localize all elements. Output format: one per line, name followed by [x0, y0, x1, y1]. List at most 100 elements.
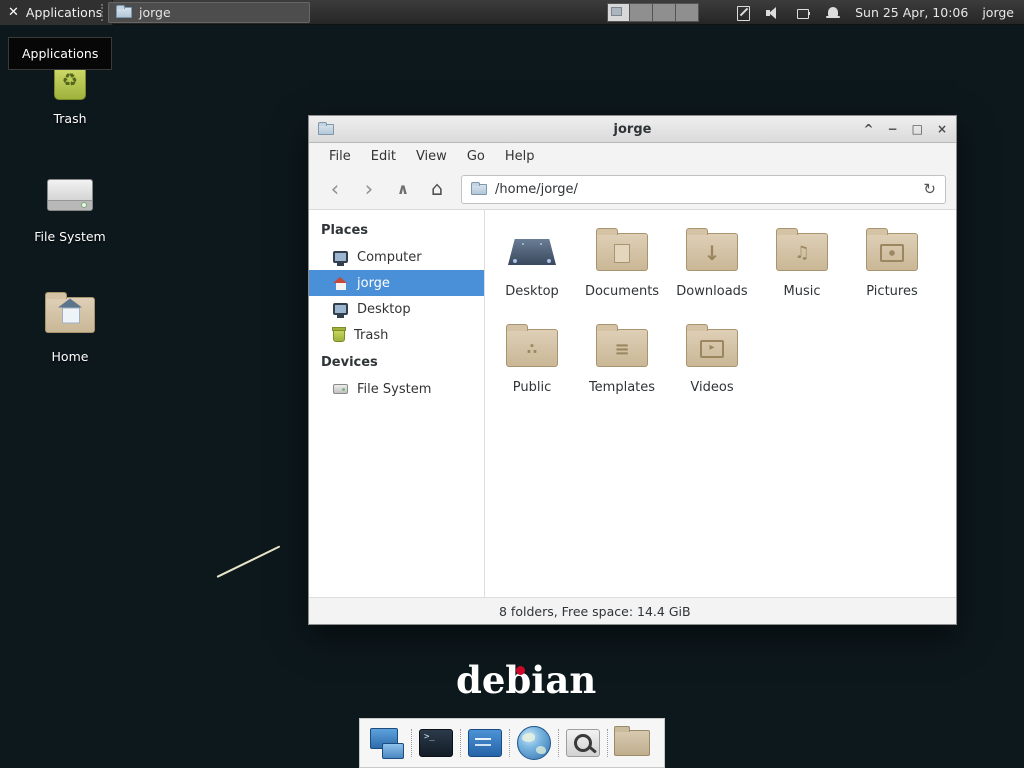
debian-wordmark: debian: [456, 658, 596, 702]
sidebar-item-jorge[interactable]: jorge: [309, 270, 484, 296]
desktop-icon-label: Home: [24, 349, 116, 364]
applications-tooltip: Applications: [8, 37, 112, 70]
back-button[interactable]: ‹: [319, 174, 351, 204]
applications-menu-button[interactable]: ✕ Applications: [0, 0, 113, 25]
shade-button[interactable]: ^: [863, 123, 873, 135]
desktop-icon-home[interactable]: Home: [24, 290, 116, 364]
dock-item-desktop-pager[interactable]: [367, 722, 407, 764]
menubar: File Edit View Go Help: [309, 143, 956, 169]
file-item-templates[interactable]: Templates: [577, 322, 667, 418]
folder-music-icon: [776, 233, 828, 271]
file-item-pictures[interactable]: Pictures: [847, 226, 937, 322]
places-sidebar: Places Computer jorge Desktop Trash Devi…: [309, 210, 485, 597]
window-titlebar[interactable]: jorge ^ − □ ×: [309, 116, 956, 143]
system-tray: Sun 25 Apr, 10:06 jorge: [735, 0, 1024, 25]
sidebar-item-file-system[interactable]: File System: [309, 376, 484, 402]
taskbar-window-button[interactable]: jorge: [108, 2, 310, 23]
dock-item-terminal-alt[interactable]: [465, 722, 505, 764]
desktop-icon-label: File System: [24, 229, 116, 244]
desktop-icon-file-system[interactable]: File System: [24, 170, 116, 244]
dock-separator: [554, 727, 563, 759]
desktop-pager-icon: [370, 728, 404, 759]
file-item-videos[interactable]: Videos: [667, 322, 757, 418]
folder-pictures-icon: [866, 233, 918, 271]
file-item-desktop[interactable]: Desktop: [487, 226, 577, 322]
camera-emblem-icon: [867, 236, 917, 270]
sidebar-item-label: Trash: [354, 328, 388, 343]
maximize-button[interactable]: □: [912, 123, 923, 135]
xfce-logo-icon: ✕: [8, 6, 19, 19]
file-label: Pictures: [866, 284, 917, 299]
sidebar-item-label: jorge: [357, 276, 390, 291]
panel-handle: [101, 4, 103, 21]
file-item-documents[interactable]: Documents: [577, 226, 667, 322]
user-menu[interactable]: jorge: [982, 5, 1014, 20]
menu-file[interactable]: File: [319, 145, 361, 168]
workspace-2[interactable]: [630, 3, 653, 22]
file-item-public[interactable]: Public: [487, 322, 577, 418]
up-button[interactable]: ∧: [387, 174, 419, 204]
file-manager-window: jorge ^ − □ × File Edit View Go Help ‹ ›…: [308, 115, 957, 625]
devices-header: Devices: [309, 348, 484, 376]
notifications-bell-icon[interactable]: [825, 5, 841, 21]
dock-item-app-finder[interactable]: [563, 722, 603, 764]
applications-menu-label: Applications: [26, 5, 102, 20]
sidebar-item-trash[interactable]: Trash: [309, 322, 484, 348]
path-bar[interactable]: /home/jorge/ ↻: [461, 175, 946, 204]
workspace-3[interactable]: [653, 3, 676, 22]
minimize-button[interactable]: −: [888, 123, 898, 135]
workspace-4[interactable]: [676, 3, 699, 22]
file-label: Templates: [589, 380, 655, 395]
folder-public-icon: [506, 329, 558, 367]
web-browser-globe-icon: [517, 726, 551, 760]
home-button[interactable]: ⌂: [421, 174, 453, 204]
download-arrow-emblem-icon: [687, 236, 737, 270]
sidebar-item-label: Computer: [357, 250, 422, 265]
clock[interactable]: Sun 25 Apr, 10:06: [855, 5, 968, 20]
file-item-downloads[interactable]: Downloads: [667, 226, 757, 322]
file-list[interactable]: Desktop Documents Downloads Music Pictur…: [485, 210, 956, 597]
desktop-icon-label: Trash: [24, 111, 116, 126]
computer-icon: [333, 251, 348, 263]
terminal-blue-icon: [468, 729, 502, 757]
path-input[interactable]: /home/jorge/: [495, 182, 915, 197]
workspace-switcher: [607, 3, 699, 22]
volume-icon[interactable]: [765, 5, 781, 21]
home-folder-icon: [45, 297, 95, 333]
status-text: 8 folders, Free space: 14.4 GiB: [499, 604, 691, 619]
battery-icon[interactable]: [795, 5, 811, 21]
menu-help[interactable]: Help: [495, 145, 545, 168]
taskbar-window-label: jorge: [139, 5, 171, 20]
music-note-emblem-icon: [777, 236, 827, 270]
sidebar-item-label: Desktop: [357, 302, 411, 317]
menu-edit[interactable]: Edit: [361, 145, 406, 168]
file-item-music[interactable]: Music: [757, 226, 847, 322]
sidebar-item-computer[interactable]: Computer: [309, 244, 484, 270]
menu-view[interactable]: View: [406, 145, 457, 168]
desktop-surface-icon: [506, 229, 558, 275]
clipboard-pen-icon[interactable]: [735, 5, 751, 21]
sidebar-item-label: File System: [357, 382, 431, 397]
dock-item-file-manager[interactable]: [612, 722, 652, 764]
path-folder-icon: [471, 184, 487, 195]
file-label: Public: [513, 380, 551, 395]
reload-button[interactable]: ↻: [923, 180, 936, 198]
magnifier-icon: [566, 729, 600, 757]
sidebar-item-desktop[interactable]: Desktop: [309, 296, 484, 322]
folder-documents-icon: [596, 233, 648, 271]
file-label: Documents: [585, 284, 659, 299]
status-bar: 8 folders, Free space: 14.4 GiB: [309, 597, 956, 624]
window-title: jorge: [309, 122, 956, 137]
close-button[interactable]: ×: [937, 123, 947, 135]
terminal-icon: [419, 729, 453, 757]
file-label: Downloads: [676, 284, 747, 299]
share-emblem-icon: [507, 332, 557, 366]
top-panel: ✕ Applications jorge Sun 25 Apr, 10:06 j…: [0, 0, 1024, 25]
document-emblem-icon: [597, 236, 647, 270]
forward-button[interactable]: ›: [353, 174, 385, 204]
stray-line-artifact: [217, 545, 281, 577]
dock-item-terminal[interactable]: [416, 722, 456, 764]
workspace-1[interactable]: [607, 3, 630, 22]
dock-item-web-browser[interactable]: [514, 722, 554, 764]
menu-go[interactable]: Go: [457, 145, 495, 168]
